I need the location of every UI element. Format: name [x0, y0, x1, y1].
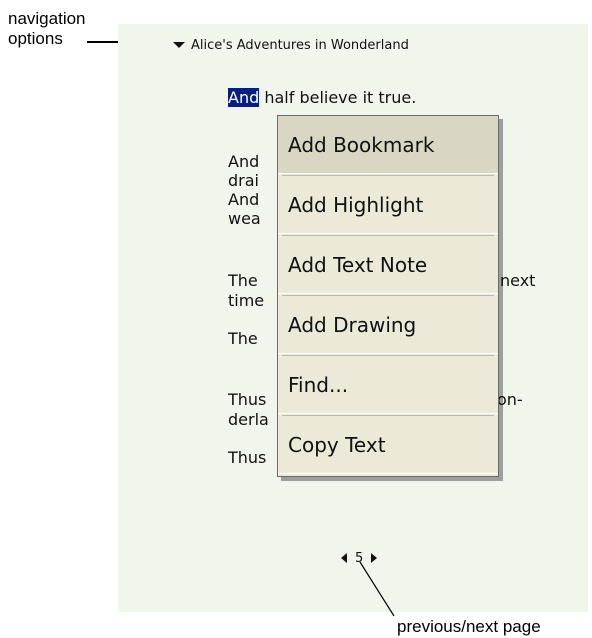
annotation-page-leader [359, 561, 395, 617]
menu-item-add-highlight[interactable]: Add Highlight [278, 176, 498, 234]
menu-item-copy-text-label: Copy Text [288, 432, 386, 457]
paragraph-1-line-5: The [228, 271, 258, 290]
menu-item-add-drawing-label: Add Drawing [288, 312, 417, 337]
paragraph-2-line-1: Thus [228, 390, 267, 409]
menu-item-add-text-note[interactable]: Add Text Note [278, 236, 498, 294]
menu-item-add-drawing[interactable]: Add Drawing [278, 296, 498, 354]
text-line-1-rest: half believe it true. [259, 88, 417, 107]
previous-page-arrow-icon[interactable] [341, 553, 347, 563]
context-menu: Add Bookmark Add Highlight Add Text Note… [277, 115, 499, 477]
menu-item-find[interactable]: Find... [278, 356, 498, 414]
menu-item-add-bookmark-label: Add Bookmark [288, 132, 435, 157]
paragraph-1-line-7: The [228, 329, 258, 348]
menu-item-add-highlight-label: Add Highlight [288, 192, 424, 217]
paragraph-1-line-5-right: next [500, 271, 536, 290]
menu-item-copy-text[interactable]: Copy Text [278, 416, 498, 474]
paragraph-1-line-2: drai [228, 171, 259, 190]
paragraph-1-line-6: time [228, 291, 265, 310]
annotation-navigation-options: navigation options [8, 9, 86, 49]
title-bar[interactable]: Alice's Adventures in Wonderland [173, 36, 409, 54]
book-title: Alice's Adventures in Wonderland [191, 37, 409, 53]
annotation-nav-line2: options [8, 29, 63, 48]
paragraph-1-line-4: wea [228, 209, 261, 228]
text-line-1: And half believe it true. [228, 88, 416, 108]
paragraph-2-line-1-right: on- [497, 390, 523, 409]
paragraph-1-line-3: And [228, 190, 260, 209]
menu-item-find-label: Find... [288, 372, 349, 397]
paragraph-1-line-1: And [228, 152, 260, 171]
annotation-previous-next-page: previous/next page [397, 617, 541, 636]
paragraph-2-line-3: Thus [228, 448, 267, 467]
paragraph-2-line-2: derla [228, 410, 269, 429]
navigation-options-arrow-icon[interactable] [173, 42, 185, 48]
selected-text[interactable]: And [228, 88, 260, 107]
menu-item-add-text-note-label: Add Text Note [288, 252, 428, 277]
menu-item-add-bookmark[interactable]: Add Bookmark [278, 116, 498, 174]
annotation-nav-line1: navigation [8, 9, 86, 28]
